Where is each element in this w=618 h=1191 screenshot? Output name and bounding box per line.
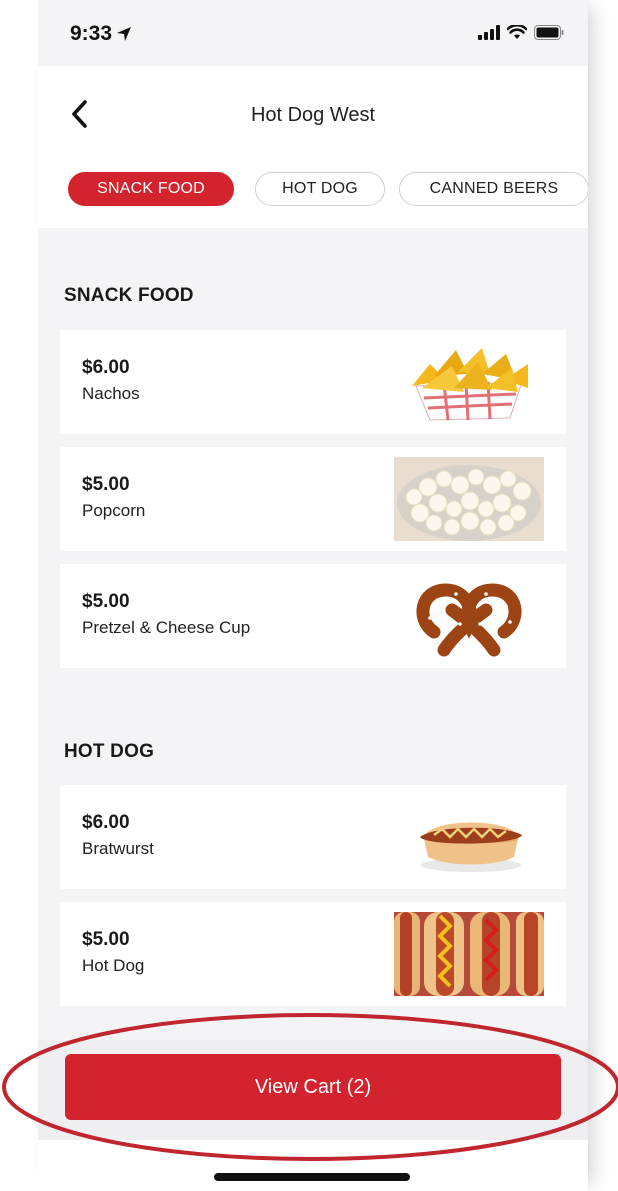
nachos-image xyxy=(412,348,528,421)
item-name: Pretzel & Cheese Cup xyxy=(82,618,251,637)
menu-item-nachos[interactable]: $6.00 Nachos xyxy=(60,330,566,434)
item-price: $5.00 xyxy=(82,591,130,612)
bratwurst-image xyxy=(420,822,522,872)
cart-area: View Cart (2) xyxy=(38,1040,588,1140)
menu-item-hot-dog[interactable]: $5.00 Hot Dog xyxy=(60,902,566,1006)
item-price: $5.00 xyxy=(82,474,130,495)
section-title-hot-dog: HOT DOG xyxy=(64,741,155,762)
tab-hot-dog[interactable]: HOT DOG xyxy=(255,172,385,206)
wifi-icon xyxy=(507,25,527,39)
category-tabs: SNACK FOOD HOT DOG CANNED BEERS xyxy=(38,166,588,228)
hot-dogs-image xyxy=(394,912,544,996)
pretzel-image xyxy=(416,583,522,657)
section-title-snack-food: SNACK FOOD xyxy=(64,285,194,306)
navigation-bar: Hot Dog West xyxy=(38,66,588,166)
menu-item-bratwurst[interactable]: $6.00 Bratwurst xyxy=(60,785,566,889)
page-title: Hot Dog West xyxy=(250,104,376,126)
tab-canned-beers[interactable]: CANNED BEERS xyxy=(399,172,588,206)
tab-snack-food[interactable]: SNACK FOOD xyxy=(68,172,234,206)
status-bar: 9:33 xyxy=(38,0,588,66)
item-name: Hot Dog xyxy=(82,956,145,975)
location-arrow-icon xyxy=(117,27,132,41)
signal-icon xyxy=(478,25,500,40)
home-indicator-area xyxy=(38,1140,588,1191)
status-time: 9:33 xyxy=(70,22,132,46)
view-cart-button[interactable]: View Cart (2) xyxy=(65,1054,561,1120)
item-name: Popcorn xyxy=(82,501,146,520)
item-price: $6.00 xyxy=(82,812,130,833)
battery-icon xyxy=(534,25,564,40)
menu-item-popcorn[interactable]: $5.00 Popcorn xyxy=(60,447,566,551)
menu-item-pretzel-cheese-cup[interactable]: $5.00 Pretzel & Cheese Cup xyxy=(60,564,566,668)
item-name: Bratwurst xyxy=(82,839,154,858)
phone-screen: 9:33 Hot Dog West SNACK FOOD HOT DOG CAN… xyxy=(38,0,588,1191)
popcorn-image xyxy=(394,457,544,541)
item-name: Nachos xyxy=(82,384,140,403)
home-indicator xyxy=(214,1173,410,1181)
clock-text: 9:33 xyxy=(70,22,113,45)
status-icons xyxy=(478,25,564,40)
item-price: $6.00 xyxy=(82,357,130,378)
item-price: $5.00 xyxy=(82,929,130,950)
